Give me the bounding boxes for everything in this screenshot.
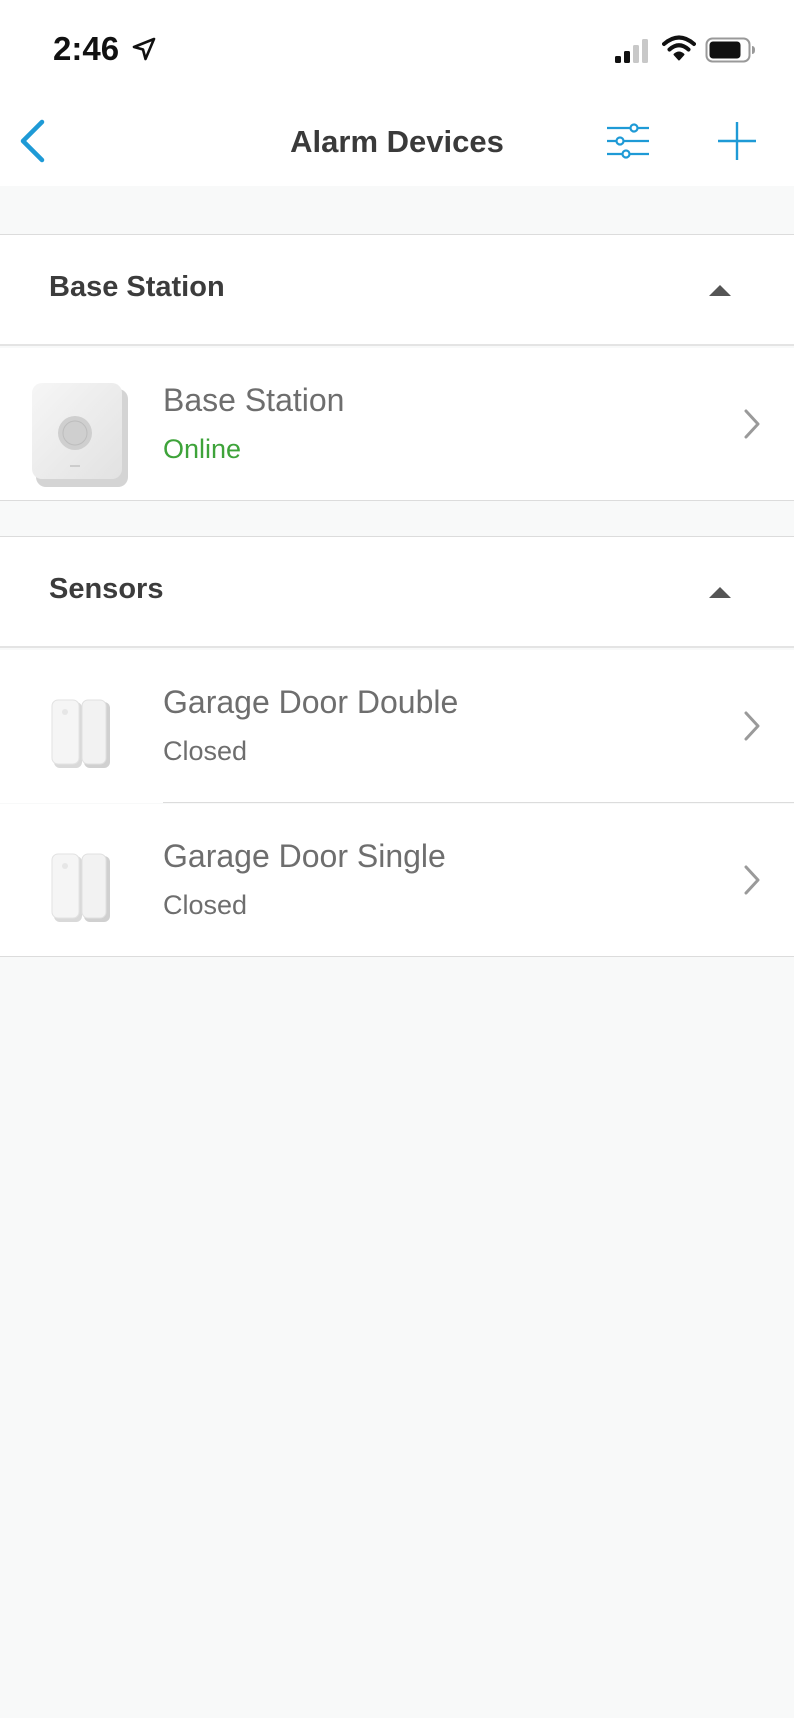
device-row-garage-door-double[interactable]: Garage Door Double Closed xyxy=(0,650,794,803)
filter-sliders-icon xyxy=(606,122,650,164)
plus-icon xyxy=(717,121,757,166)
chevron-right-icon xyxy=(742,408,762,445)
device-row-garage-door-single[interactable]: Garage Door Single Closed xyxy=(0,804,794,957)
device-status: Online xyxy=(163,434,242,464)
page-title: Alarm Devices xyxy=(290,124,504,159)
navigation-bar: Alarm Devices xyxy=(0,100,794,186)
wifi-icon xyxy=(662,34,696,67)
section-header-base-station[interactable]: Base Station xyxy=(0,234,794,346)
chevron-right-icon xyxy=(742,864,762,901)
contact-sensor-device-icon xyxy=(50,698,112,777)
status-bar: 2:46 xyxy=(0,0,794,100)
device-status: Closed xyxy=(163,890,248,920)
collapse-triangle-icon xyxy=(708,585,732,604)
row-divider xyxy=(163,802,794,803)
collapse-triangle-icon xyxy=(708,283,732,302)
filter-button[interactable] xyxy=(600,118,656,168)
device-name: Garage Door Single xyxy=(163,838,446,874)
device-status: Closed xyxy=(163,736,248,766)
section-title: Sensors xyxy=(49,573,164,605)
base-station-device-icon xyxy=(30,381,134,496)
location-arrow-icon xyxy=(131,36,157,67)
signal-icon xyxy=(614,38,652,69)
section-header-sensors[interactable]: Sensors xyxy=(0,536,794,648)
contact-sensor-device-icon xyxy=(50,852,112,931)
chevron-right-icon xyxy=(742,710,762,747)
section-title: Base Station xyxy=(49,271,225,303)
battery-icon xyxy=(705,37,757,68)
status-time: 2:46 xyxy=(53,30,120,67)
alarm-devices-screen: 2:46 Alarm Devices Base Station Base Sta… xyxy=(0,0,794,1718)
device-name: Base Station xyxy=(163,382,345,418)
device-name: Garage Door Double xyxy=(163,684,459,720)
device-row-base-station[interactable]: Base Station Online xyxy=(0,348,794,501)
add-device-button[interactable] xyxy=(710,116,764,170)
